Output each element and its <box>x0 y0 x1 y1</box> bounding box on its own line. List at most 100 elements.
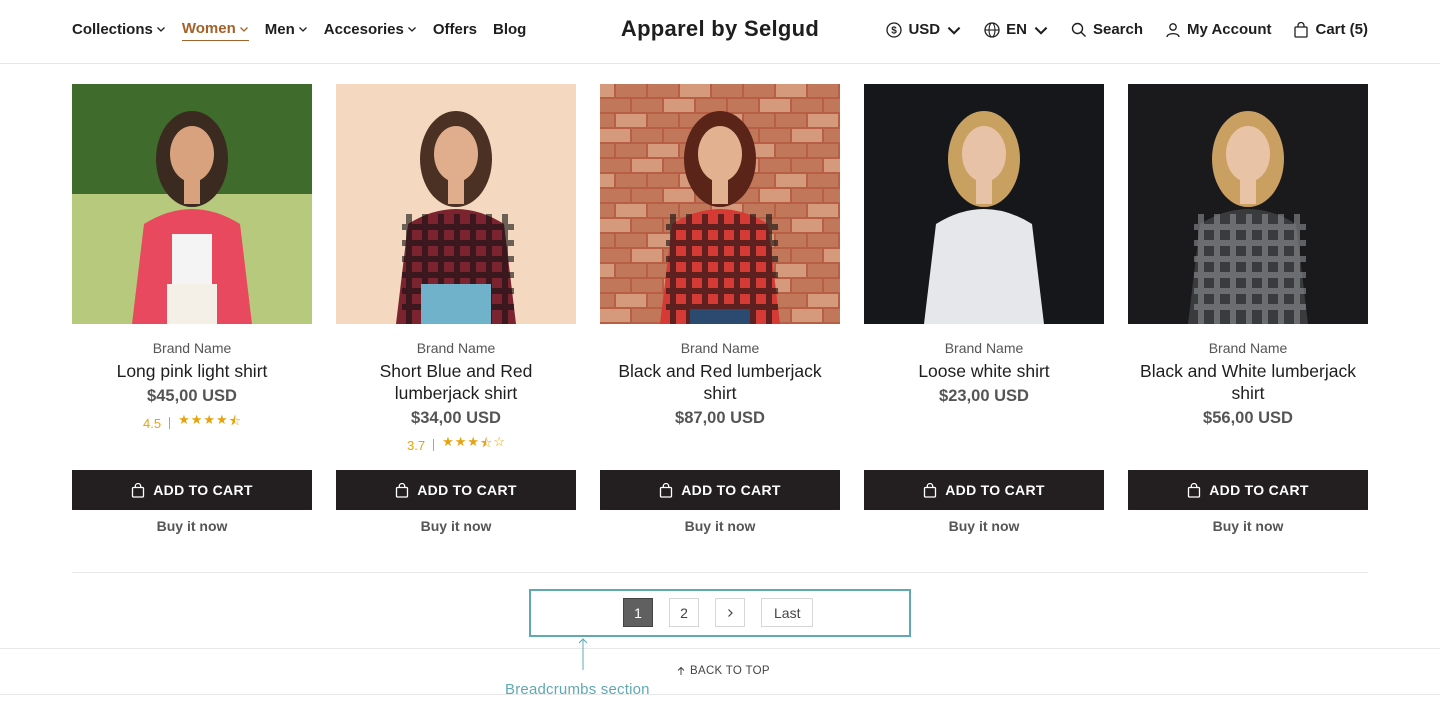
product-image[interactable] <box>1128 84 1368 324</box>
product-price: $56,00 USD <box>1203 409 1293 427</box>
shopping-bag-icon <box>1294 21 1309 38</box>
cart-link[interactable]: Cart (5) <box>1293 21 1368 38</box>
product-brand: Brand Name <box>944 340 1024 356</box>
product-image[interactable] <box>600 84 840 324</box>
chevron-right-icon <box>728 608 733 617</box>
product-thumbnail[interactable] <box>72 84 312 324</box>
nav-item-label: Men <box>264 20 295 38</box>
shopping-bag-icon <box>1188 482 1201 498</box>
product-card: Brand Name Black and White lumberjack shi… <box>1128 84 1368 544</box>
product-name[interactable]: Loose white shirt <box>918 360 1049 382</box>
pagination: 1 2 Last <box>623 598 814 627</box>
product-grid: Brand Name Long pink light shirt $45,00 US… <box>72 84 1368 544</box>
main-nav: Collections Women Men Accesories Offers Blog <box>72 20 526 41</box>
page-button-1[interactable]: 1 <box>623 598 653 627</box>
star-icon: ★ <box>442 434 454 449</box>
nav-item-men[interactable]: Men <box>265 20 308 41</box>
nav-item-accesories[interactable]: Accesories <box>324 20 417 41</box>
product-thumbnail[interactable] <box>600 84 840 324</box>
add-to-cart-label: ADD TO CART <box>1209 482 1309 498</box>
star-icon: ⯪ <box>228 413 241 428</box>
chevron-down-icon <box>1034 26 1048 35</box>
product-price: $23,00 USD <box>939 387 1029 405</box>
chevron-down-icon <box>239 26 248 32</box>
rating-value: 4.5 <box>142 415 162 431</box>
nav-item-label: Women <box>181 20 236 37</box>
nav-item-women[interactable]: Women <box>181 20 249 41</box>
buy-it-now-link[interactable]: Buy it now <box>72 518 312 534</box>
product-thumbnail[interactable] <box>864 84 1104 324</box>
product-brand: Brand Name <box>680 340 760 356</box>
star-icon: ☆ <box>493 434 505 449</box>
product-thumbnail[interactable] <box>1128 84 1368 324</box>
add-to-cart-label: ADD TO CART <box>681 482 781 498</box>
search-icon <box>1071 22 1086 37</box>
star-icon: ★ <box>216 412 228 427</box>
account-label: My Account <box>1187 21 1272 38</box>
product-card: Brand Name Loose white shirt $23,00 USD ADD… <box>864 84 1104 544</box>
section-divider <box>72 572 1368 573</box>
star-icon: ★ <box>203 412 216 427</box>
product-card: Brand Name Long pink light shirt $45,00 US… <box>72 84 312 544</box>
site-logo-title[interactable]: Apparel by Selgud <box>621 16 819 41</box>
product-thumbnail[interactable] <box>336 84 576 324</box>
currency-label: USD <box>908 21 941 38</box>
product-image[interactable] <box>864 84 1104 324</box>
back-to-top-link[interactable]: BACK TO TOP <box>676 665 770 677</box>
add-to-cart-button[interactable]: ADD TO CART <box>336 470 576 510</box>
product-price: $45,00 USD <box>147 387 237 405</box>
buy-it-now-link[interactable]: Buy it now <box>336 518 576 534</box>
product-image[interactable] <box>72 84 312 324</box>
last-page-button[interactable]: Last <box>761 598 814 627</box>
search-button[interactable]: Search <box>1071 21 1143 38</box>
nav-item-offers[interactable]: Offers <box>433 20 477 41</box>
chevron-down-icon <box>947 26 961 35</box>
next-page-button[interactable] <box>715 598 745 627</box>
my-account-link[interactable]: My Account <box>1165 21 1271 38</box>
star-icon: ★ <box>467 434 480 449</box>
star-icon: ⯪ <box>480 435 493 450</box>
nav-item-label: Accesories <box>323 20 404 38</box>
rating-separator <box>169 417 171 429</box>
product-rating: 3.7 ★ ★ ★ ⯪ ☆ <box>407 434 505 456</box>
currency-selector[interactable]: $ USD <box>886 21 962 38</box>
product-brand: Brand Name <box>416 340 496 356</box>
product-card: Brand Name Short Blue and Red lumberjack … <box>336 84 576 544</box>
product-name[interactable]: Black and White lumberjack shirt <box>1128 360 1368 404</box>
add-to-cart-label: ADD TO CART <box>153 482 253 498</box>
chevron-down-icon <box>298 27 307 32</box>
shopping-bag-icon <box>396 482 409 498</box>
back-to-top-label: BACK TO TOP <box>690 665 770 677</box>
add-to-cart-button[interactable]: ADD TO CART <box>72 470 312 510</box>
user-icon <box>1166 22 1180 37</box>
add-to-cart-button[interactable]: ADD TO CART <box>600 470 840 510</box>
language-selector[interactable]: EN <box>984 21 1049 38</box>
product-name[interactable]: Black and Red lumberjack shirt <box>600 360 840 404</box>
header-actions: $ USD EN Search My Account Cart (5) <box>886 21 1368 38</box>
add-to-cart-button[interactable]: ADD TO CART <box>864 470 1104 510</box>
add-to-cart-label: ADD TO CART <box>945 482 1045 498</box>
star-icon: ★ <box>190 412 203 427</box>
buy-it-now-link[interactable]: Buy it now <box>1128 518 1368 534</box>
add-to-cart-button[interactable]: ADD TO CART <box>1128 470 1368 510</box>
product-card: Brand Name Black and Red lumberjack shirt… <box>600 84 840 544</box>
annotation-arrow-icon <box>578 638 588 670</box>
nav-item-label: Offers <box>432 20 478 38</box>
add-to-cart-label: ADD TO CART <box>417 482 517 498</box>
page-button-2[interactable]: 2 <box>669 598 699 627</box>
footer-divider <box>0 648 1440 649</box>
buy-it-now-link[interactable]: Buy it now <box>600 518 840 534</box>
rating-stars: ★ ★ ★ ⯪ ☆ <box>442 434 505 456</box>
shopping-bag-icon <box>924 482 937 498</box>
bottom-divider <box>0 694 1440 695</box>
product-image[interactable] <box>336 84 576 324</box>
shopping-bag-icon <box>660 482 673 498</box>
star-icon: ★ <box>454 434 467 449</box>
nav-item-blog[interactable]: Blog <box>493 20 526 41</box>
product-name[interactable]: Short Blue and Red lumberjack shirt <box>336 360 576 404</box>
nav-item-label: Blog <box>493 20 527 38</box>
nav-item-collections[interactable]: Collections <box>72 20 166 41</box>
buy-it-now-link[interactable]: Buy it now <box>864 518 1104 534</box>
product-name[interactable]: Long pink light shirt <box>117 360 268 382</box>
rating-stars: ★ ★ ★ ★ ⯪ <box>178 412 241 434</box>
